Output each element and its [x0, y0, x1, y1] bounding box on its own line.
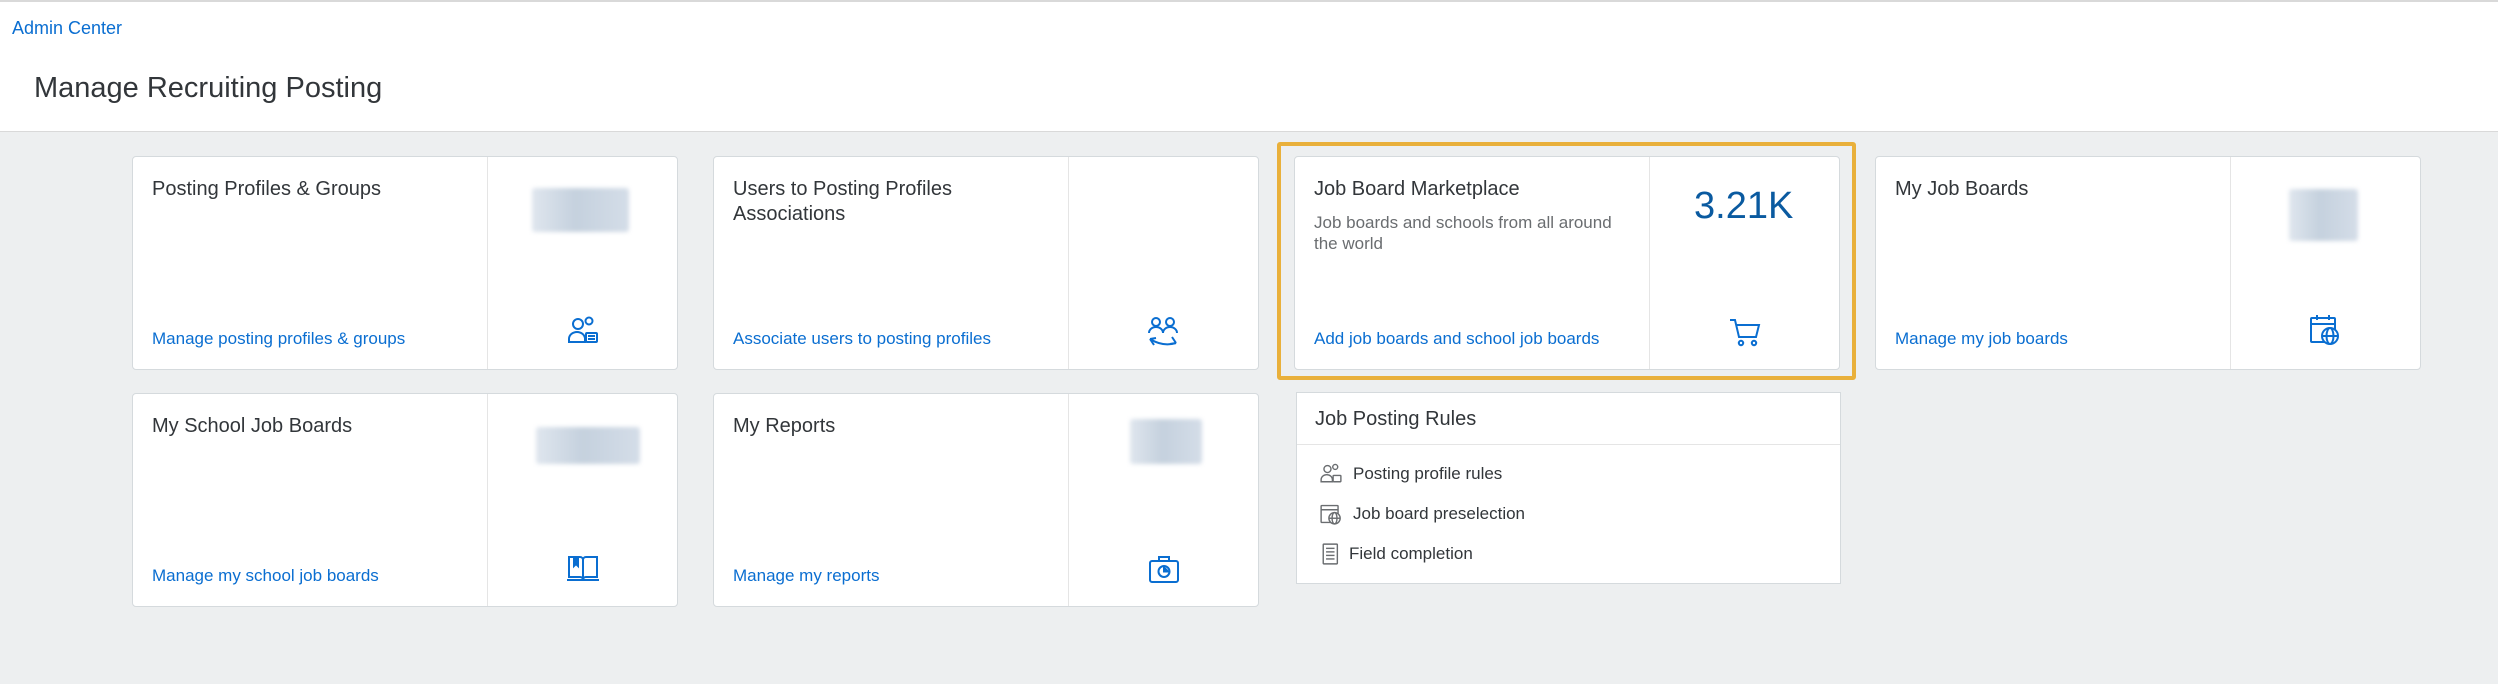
tile-link[interactable]: Manage my job boards [1895, 329, 2068, 349]
rules-card-title: Job Posting Rules [1297, 393, 1840, 445]
rule-item-field-completion[interactable]: Field completion [1319, 539, 1473, 569]
tile-users-posting-profiles-associations[interactable]: Users to Posting Profiles Associations A… [713, 156, 1259, 370]
calendar-globe-icon [1320, 504, 1341, 525]
rule-item-label: Posting profile rules [1353, 464, 1503, 483]
tile-my-school-job-boards[interactable]: My School Job Boards Manage my school jo… [132, 393, 678, 607]
breadcrumb-admin-center[interactable]: Admin Center [12, 18, 122, 39]
user-group-settings-icon [566, 314, 600, 348]
tile-title: Users to Posting Profiles Associations [733, 178, 952, 225]
tile-divider [1649, 157, 1650, 369]
open-book-icon [566, 551, 600, 585]
user-group-settings-icon [1320, 463, 1342, 483]
tile-divider [487, 157, 488, 369]
blurred-value [1130, 419, 1202, 464]
tile-subtitle: Job boards and schools from all around t… [1314, 213, 1612, 253]
tile-link[interactable]: Manage posting profiles & groups [152, 329, 405, 349]
briefcase-chart-icon [1147, 552, 1181, 586]
tile-divider [1068, 157, 1069, 369]
job-posting-rules-card: Job Posting Rules Posting profile rules … [1296, 392, 1841, 584]
tile-title: My Job Boards [1895, 178, 2029, 200]
blurred-value [536, 427, 640, 464]
tile-divider [1068, 394, 1069, 606]
tile-link[interactable]: Add job boards and school job boards [1314, 329, 1599, 349]
rule-item-label: Job board preselection [1353, 504, 1526, 523]
tile-link[interactable]: Manage my school job boards [152, 566, 379, 586]
tile-link[interactable]: Manage my reports [733, 566, 879, 586]
tile-my-job-boards[interactable]: My Job Boards Manage my job boards [1875, 156, 2421, 370]
blurred-value [2289, 189, 2358, 241]
tile-title: My Reports [733, 415, 836, 437]
tile-title: My School Job Boards [152, 415, 353, 437]
tile-job-board-marketplace[interactable]: Job Board Marketplace Job boards and sch… [1294, 156, 1840, 370]
tile-kpi-value: 3.21K [1694, 185, 1794, 227]
tile-my-reports[interactable]: My Reports Manage my reports [713, 393, 1259, 607]
tile-title: Job Board Marketplace [1314, 178, 1520, 200]
blurred-value [532, 188, 629, 232]
cart-icon [1728, 315, 1762, 349]
users-exchange-icon [1146, 314, 1180, 348]
tile-link[interactable]: Associate users to posting profiles [733, 329, 991, 349]
page-header: Admin Center Manage Recruiting Posting [0, 2, 2498, 132]
calendar-globe-icon [2308, 313, 2342, 347]
form-icon [1322, 543, 1339, 565]
rule-item-posting-profile-rules[interactable]: Posting profile rules [1319, 459, 1502, 489]
rule-item-job-board-preselection[interactable]: Job board preselection [1319, 499, 1525, 529]
tile-divider [2230, 157, 2231, 369]
tile-title: Posting Profiles & Groups [152, 178, 381, 200]
tile-posting-profiles-groups[interactable]: Posting Profiles & Groups Manage posting… [132, 156, 678, 370]
page-title: Manage Recruiting Posting [34, 72, 383, 104]
rule-item-label: Field completion [1349, 544, 1473, 563]
tile-divider [487, 394, 488, 606]
